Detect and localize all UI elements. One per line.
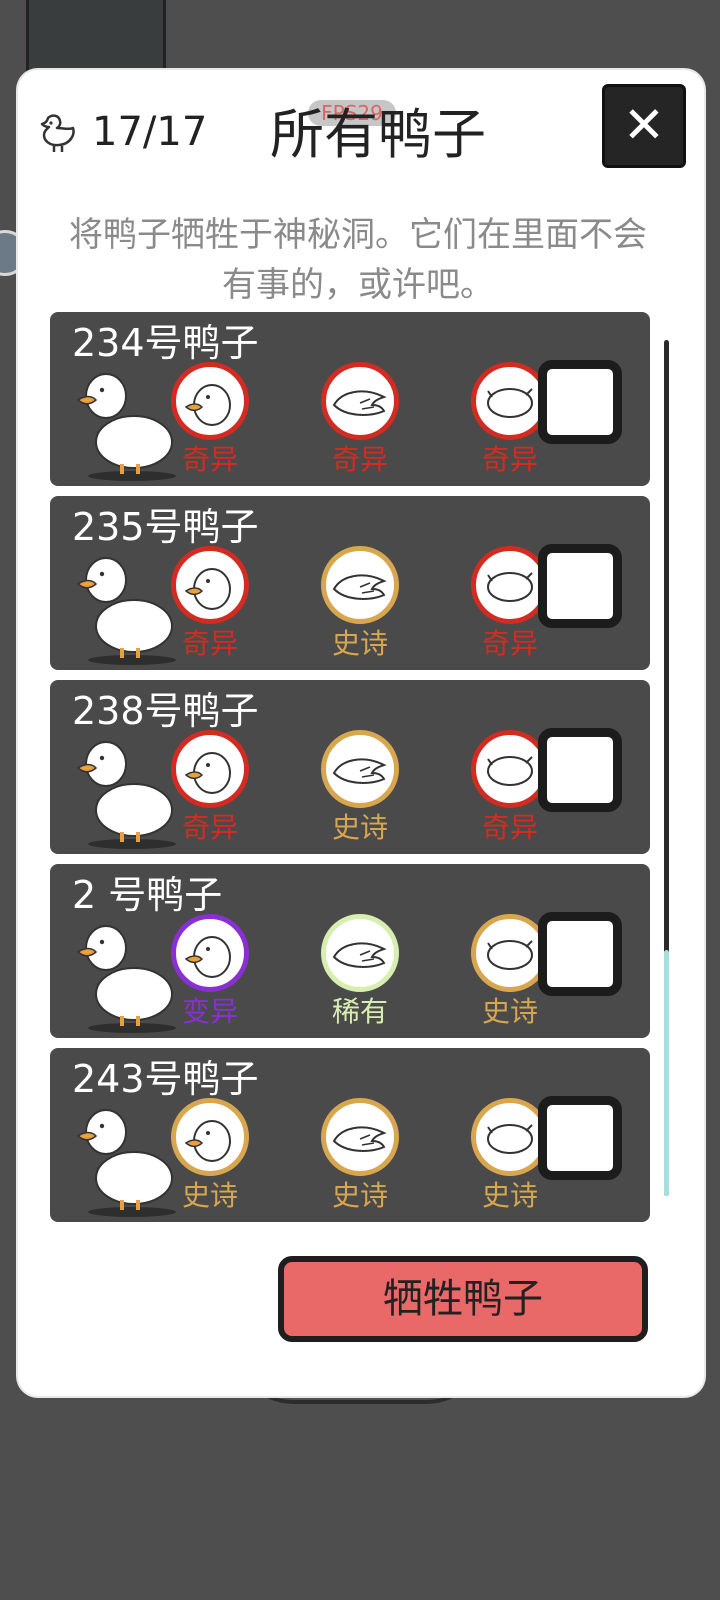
duck-row[interactable]: 238号鸭子 奇异 史诗 奇异 bbox=[50, 680, 650, 854]
rarity-label: 史诗 bbox=[181, 1179, 238, 1212]
close-button[interactable]: ✕ bbox=[602, 84, 686, 168]
head-trait-icon bbox=[171, 730, 249, 808]
rarity-label: 奇异 bbox=[181, 811, 238, 844]
head-trait-icon bbox=[171, 362, 249, 440]
trait-head[interactable]: 史诗 bbox=[170, 1098, 250, 1214]
description-text: 将鸭子牺牲于神秘洞。它们在里面不会有事的，或许吧。 bbox=[69, 215, 647, 305]
rarity-label: 史诗 bbox=[481, 1179, 538, 1212]
duck-row[interactable]: 235号鸭子 奇异 史诗 奇异 bbox=[50, 496, 650, 670]
rarity-label: 史诗 bbox=[331, 627, 388, 660]
head-trait-icon bbox=[171, 914, 249, 992]
select-checkbox[interactable] bbox=[538, 912, 622, 996]
trait-head[interactable]: 奇异 bbox=[170, 362, 250, 478]
wing-trait-icon bbox=[321, 546, 399, 624]
wing-trait-icon bbox=[321, 362, 399, 440]
scrollbar[interactable] bbox=[664, 340, 669, 1196]
trait-head[interactable]: 奇异 bbox=[170, 730, 250, 846]
duck-avatar-icon bbox=[76, 741, 176, 849]
trait-wing[interactable]: 史诗 bbox=[320, 1098, 400, 1214]
head-trait-icon bbox=[171, 1098, 249, 1176]
trait-wing[interactable]: 史诗 bbox=[320, 730, 400, 846]
rarity-label: 史诗 bbox=[331, 1179, 388, 1212]
rarity-label: 奇异 bbox=[331, 443, 388, 476]
rarity-label: 奇异 bbox=[481, 627, 538, 660]
duck-count: 17/17 bbox=[92, 109, 208, 155]
all-ducks-panel: 17/17 FPS29 所有鸭子 ✕ 将鸭子牺牲于神秘洞。它们在里面不会有事的，… bbox=[18, 70, 704, 1396]
select-checkbox[interactable] bbox=[538, 1096, 622, 1180]
rarity-label: 奇异 bbox=[181, 443, 238, 476]
sacrifice-duck-button[interactable]: 牺牲鸭子 bbox=[278, 1256, 648, 1342]
duck-avatar-icon bbox=[76, 925, 176, 1033]
close-icon: ✕ bbox=[623, 96, 665, 154]
duck-icon bbox=[40, 114, 75, 152]
duck-row[interactable]: 243号鸭子 史诗 史诗 史诗 bbox=[50, 1048, 650, 1222]
trait-wing[interactable]: 奇异 bbox=[320, 362, 400, 478]
rarity-label: 稀有 bbox=[331, 995, 388, 1028]
page-title: 所有鸭子 bbox=[270, 103, 486, 166]
trait-head[interactable]: 变异 bbox=[170, 914, 250, 1030]
rarity-label: 奇异 bbox=[481, 443, 538, 476]
select-checkbox[interactable] bbox=[538, 728, 622, 812]
duck-avatar-icon bbox=[76, 557, 176, 665]
wing-trait-icon bbox=[321, 730, 399, 808]
trait-wing[interactable]: 史诗 bbox=[320, 546, 400, 662]
wing-trait-icon bbox=[321, 914, 399, 992]
select-checkbox[interactable] bbox=[538, 544, 622, 628]
rarity-label: 变异 bbox=[181, 995, 238, 1028]
rarity-label: 史诗 bbox=[331, 811, 388, 844]
rarity-label: 奇异 bbox=[181, 627, 238, 660]
duck-avatar-icon bbox=[76, 1109, 176, 1217]
select-checkbox[interactable] bbox=[538, 360, 622, 444]
scrollbar-thumb[interactable] bbox=[664, 950, 669, 1196]
rarity-label: 史诗 bbox=[481, 995, 538, 1028]
wing-trait-icon bbox=[321, 1098, 399, 1176]
duck-row[interactable]: 2 号鸭子 变异 稀有 史诗 bbox=[50, 864, 650, 1038]
duck-avatar-icon bbox=[76, 373, 176, 481]
trait-wing[interactable]: 稀有 bbox=[320, 914, 400, 1030]
duck-list[interactable]: 234号鸭子 奇异 奇异 奇异 235号鸭子 奇异 史诗 奇异 238号鸭子 奇异 史诗 奇异 2 号鸭… bbox=[50, 312, 652, 1232]
trait-head[interactable]: 奇异 bbox=[170, 546, 250, 662]
duck-row[interactable]: 234号鸭子 奇异 奇异 奇异 bbox=[50, 312, 650, 486]
rarity-label: 奇异 bbox=[481, 811, 538, 844]
head-trait-icon bbox=[171, 546, 249, 624]
